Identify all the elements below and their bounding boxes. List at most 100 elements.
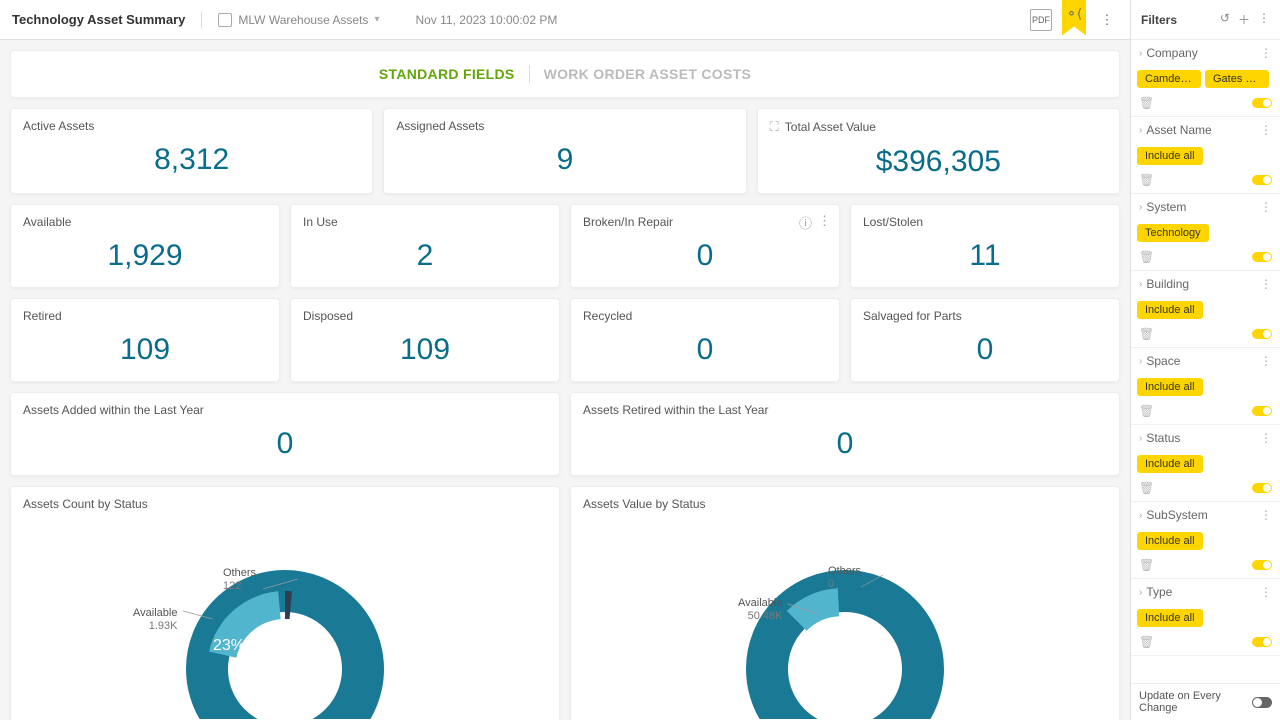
filter-section-name: Asset Name xyxy=(1146,123,1211,137)
filter-chip[interactable]: Include all xyxy=(1137,378,1203,396)
kpi-total-asset-value[interactable]: ⛶ Total Asset Value $396,305 xyxy=(757,108,1120,194)
filter-section: ›Company⋮ Camden ...Gates Chi... 🗑 xyxy=(1131,40,1280,117)
more-menu-button[interactable]: ⋮ xyxy=(1096,9,1118,31)
filter-toggle[interactable] xyxy=(1252,252,1272,262)
filter-chip[interactable]: Gates Chi... xyxy=(1205,70,1269,88)
clear-filter-icon[interactable]: 🗑 xyxy=(1139,404,1154,418)
clear-filter-icon[interactable]: 🗑 xyxy=(1139,96,1154,110)
filter-section-more-icon[interactable]: ⋮ xyxy=(1260,46,1272,60)
filter-chip[interactable]: Technology xyxy=(1137,224,1209,242)
chart-label-others: Others xyxy=(223,567,256,580)
kpi-label: Recycled xyxy=(583,309,827,323)
context-selector[interactable]: MLW Warehouse Assets ▾ xyxy=(218,13,379,27)
tab-standard-fields[interactable]: STANDARD FIELDS xyxy=(379,66,515,82)
filter-toggle[interactable] xyxy=(1252,406,1272,416)
filter-toggle[interactable] xyxy=(1252,560,1272,570)
page-title: Technology Asset Summary xyxy=(12,12,185,27)
kpi-value: 0 xyxy=(863,333,1107,367)
card-more-icon[interactable]: ⋮ xyxy=(818,213,831,232)
divider xyxy=(201,11,202,29)
filter-section-name: Building xyxy=(1146,277,1189,291)
filter-section-header[interactable]: ›SubSystem⋮ xyxy=(1131,502,1280,528)
filter-section-header[interactable]: ›Type⋮ xyxy=(1131,579,1280,605)
chart-label-available: Available xyxy=(738,597,782,610)
kpi-lost-stolen[interactable]: Lost/Stolen 11 xyxy=(850,204,1120,288)
clear-filter-icon[interactable]: 🗑 xyxy=(1139,481,1154,495)
clear-filter-icon[interactable]: 🗑 xyxy=(1139,250,1154,264)
kpi-label: Lost/Stolen xyxy=(863,215,1107,229)
kpi-retired[interactable]: Retired 109 xyxy=(10,298,280,382)
chart-pct-available: 23% xyxy=(213,637,245,655)
filter-section: ›Status⋮ Include all 🗑 xyxy=(1131,425,1280,502)
filter-chip[interactable]: Include all xyxy=(1137,455,1203,473)
kpi-recycled[interactable]: Recycled 0 xyxy=(570,298,840,382)
chart-assets-value-by-status[interactable]: Assets Value by Status Others 0 xyxy=(570,486,1120,720)
filter-section-header[interactable]: ›System⋮ xyxy=(1131,194,1280,220)
info-icon[interactable]: ⓘ xyxy=(799,213,812,232)
clear-filter-icon[interactable]: 🗑 xyxy=(1139,635,1154,649)
filter-chip[interactable]: Include all xyxy=(1137,147,1203,165)
kpi-value: 0 xyxy=(23,427,547,461)
filter-section: ›System⋮ Technology 🗑 xyxy=(1131,194,1280,271)
clear-filter-icon[interactable]: 🗑 xyxy=(1139,558,1154,572)
dashboard-content: STANDARD FIELDS WORK ORDER ASSET COSTS A… xyxy=(0,40,1130,720)
kpi-in-use[interactable]: In Use 2 xyxy=(290,204,560,288)
filter-section-more-icon[interactable]: ⋮ xyxy=(1260,508,1272,522)
filter-section-more-icon[interactable]: ⋮ xyxy=(1260,123,1272,137)
filter-section-header[interactable]: ›Company⋮ xyxy=(1131,40,1280,66)
filter-chip[interactable]: Camden ... xyxy=(1137,70,1201,88)
kpi-salvaged[interactable]: Salvaged for Parts 0 xyxy=(850,298,1120,382)
filter-toggle[interactable] xyxy=(1252,175,1272,185)
chart-assets-count-by-status[interactable]: Assets Count by Status Others 122 xyxy=(10,486,560,720)
kpi-label: Total Asset Value xyxy=(785,120,876,134)
filters-footer: Update on Every Change xyxy=(1131,683,1280,720)
divider xyxy=(529,65,530,83)
add-filter-icon[interactable]: ＋ xyxy=(1238,11,1250,28)
filter-toggle[interactable] xyxy=(1252,329,1272,339)
filter-section-header[interactable]: ›Building⋮ xyxy=(1131,271,1280,297)
filter-section-more-icon[interactable]: ⋮ xyxy=(1260,200,1272,214)
clear-filter-icon[interactable]: 🗑 xyxy=(1139,327,1154,341)
kpi-broken-in-repair[interactable]: Broken/In Repair ⓘ ⋮ 0 xyxy=(570,204,840,288)
filter-chip[interactable]: Include all xyxy=(1137,609,1203,627)
filter-chip[interactable]: Include all xyxy=(1137,301,1203,319)
filters-more-icon[interactable]: ⋮ xyxy=(1258,11,1270,28)
filter-section-more-icon[interactable]: ⋮ xyxy=(1260,354,1272,368)
kpi-retired-last-year[interactable]: Assets Retired within the Last Year 0 xyxy=(570,392,1120,476)
filters-title: Filters xyxy=(1141,13,1177,27)
tab-work-order-asset-costs[interactable]: WORK ORDER ASSET COSTS xyxy=(544,66,752,82)
kpi-assigned-assets[interactable]: Assigned Assets 9 xyxy=(383,108,746,194)
kpi-active-assets[interactable]: Active Assets 8,312 xyxy=(10,108,373,194)
filters-footer-label: Update on Every Change xyxy=(1139,690,1252,714)
filter-section-header[interactable]: ›Status⋮ xyxy=(1131,425,1280,451)
kpi-value: 0 xyxy=(583,427,1107,461)
kpi-added-last-year[interactable]: Assets Added within the Last Year 0 xyxy=(10,392,560,476)
filters-body[interactable]: ›Company⋮ Camden ...Gates Chi... 🗑 › Asset N… xyxy=(1131,40,1280,683)
filter-section-more-icon[interactable]: ⋮ xyxy=(1260,431,1272,445)
filter-toggle[interactable] xyxy=(1252,98,1272,108)
clear-filter-icon[interactable]: 🗑 xyxy=(1139,173,1154,187)
filter-section-more-icon[interactable]: ⋮ xyxy=(1260,277,1272,291)
tabs-row: STANDARD FIELDS WORK ORDER ASSET COSTS xyxy=(10,50,1120,98)
filter-section-footer: 🗑 xyxy=(1131,246,1280,270)
kpi-disposed[interactable]: Disposed 109 xyxy=(290,298,560,382)
filter-section-more-icon[interactable]: ⋮ xyxy=(1260,585,1272,599)
kpi-available[interactable]: Available 1,929 xyxy=(10,204,280,288)
chevron-right-icon: › xyxy=(1139,433,1142,444)
filter-section-header[interactable]: ›Space⋮ xyxy=(1131,348,1280,374)
filter-toggle[interactable] xyxy=(1252,637,1272,647)
kpi-value: 0 xyxy=(583,333,827,367)
filter-chip[interactable]: Include all xyxy=(1137,532,1203,550)
kpi-value: $396,305 xyxy=(770,145,1107,179)
filter-section-footer: 🗑 xyxy=(1131,477,1280,501)
filters-header: Filters ↺ ＋ ⋮ xyxy=(1131,0,1280,40)
filter-section-header[interactable]: ›Asset Name⋮ xyxy=(1131,117,1280,143)
filter-chips: Include all xyxy=(1131,528,1280,554)
filter-section-footer: 🗑 xyxy=(1131,169,1280,193)
filter-toggle[interactable] xyxy=(1252,483,1272,493)
update-on-change-toggle[interactable] xyxy=(1252,697,1272,708)
reset-filters-icon[interactable]: ↺ xyxy=(1220,11,1230,28)
filter-section: ›Space⋮ Include all 🗑 xyxy=(1131,348,1280,425)
bookmark-ribbon[interactable]: ⚬⟨ xyxy=(1062,0,1086,36)
pdf-export-button[interactable]: PDF xyxy=(1030,9,1052,31)
